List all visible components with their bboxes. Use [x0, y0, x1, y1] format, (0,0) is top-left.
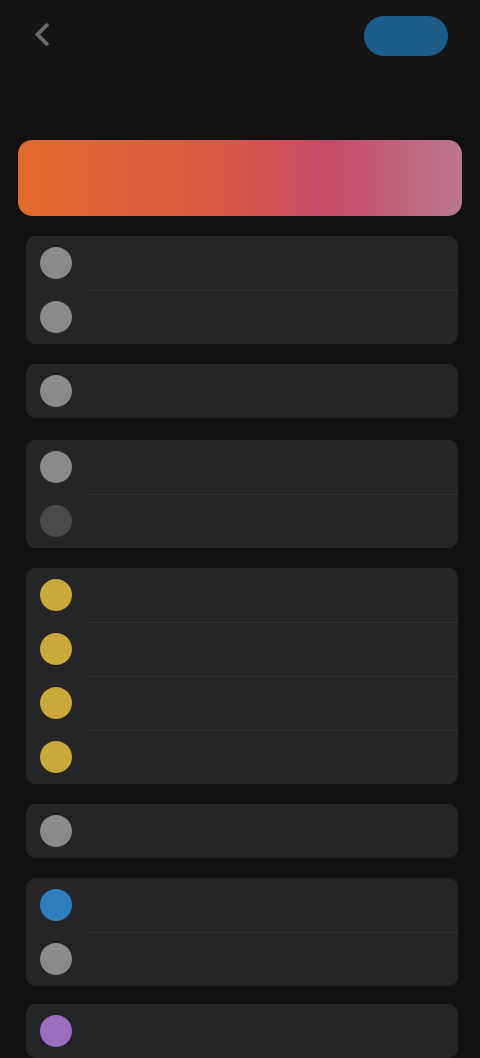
- darkgray-circle-icon: [40, 505, 72, 537]
- list-item[interactable]: [26, 932, 458, 986]
- list-item[interactable]: [26, 494, 458, 548]
- top-bar: [0, 0, 480, 80]
- blue-circle-icon: [40, 889, 72, 921]
- gray-circle-icon: [40, 375, 72, 407]
- yellow-circle-icon: [40, 579, 72, 611]
- primary-action-button[interactable]: [364, 16, 448, 56]
- settings-group-2: [26, 364, 458, 418]
- title-bar: [0, 80, 480, 132]
- list-item[interactable]: [26, 622, 458, 676]
- yellow-circle-icon: [40, 687, 72, 719]
- list-item[interactable]: [26, 804, 458, 858]
- gray-circle-icon: [40, 815, 72, 847]
- list-item[interactable]: [26, 1004, 458, 1058]
- list-item[interactable]: [26, 364, 458, 418]
- settings-group-3: [26, 440, 458, 548]
- purple-circle-icon: [40, 1015, 72, 1047]
- gray-circle-icon: [40, 301, 72, 333]
- gray-circle-icon: [40, 451, 72, 483]
- settings-group-4: [26, 568, 458, 784]
- list-item[interactable]: [26, 290, 458, 344]
- settings-group-6: [26, 878, 458, 986]
- promo-banner[interactable]: [18, 140, 462, 216]
- gray-circle-icon: [40, 943, 72, 975]
- settings-group-5: [26, 804, 458, 858]
- yellow-circle-icon: [40, 633, 72, 665]
- list-item[interactable]: [26, 676, 458, 730]
- settings-group-1: [26, 236, 458, 344]
- yellow-circle-icon: [40, 741, 72, 773]
- back-button[interactable]: [34, 20, 114, 48]
- chevron-left-icon: [34, 21, 59, 47]
- settings-group-7: [26, 1004, 458, 1058]
- list-item[interactable]: [26, 568, 458, 622]
- list-item[interactable]: [26, 730, 458, 784]
- gray-circle-icon: [40, 247, 72, 279]
- list-item[interactable]: [26, 878, 458, 932]
- list-item[interactable]: [26, 440, 458, 494]
- list-item[interactable]: [26, 236, 458, 290]
